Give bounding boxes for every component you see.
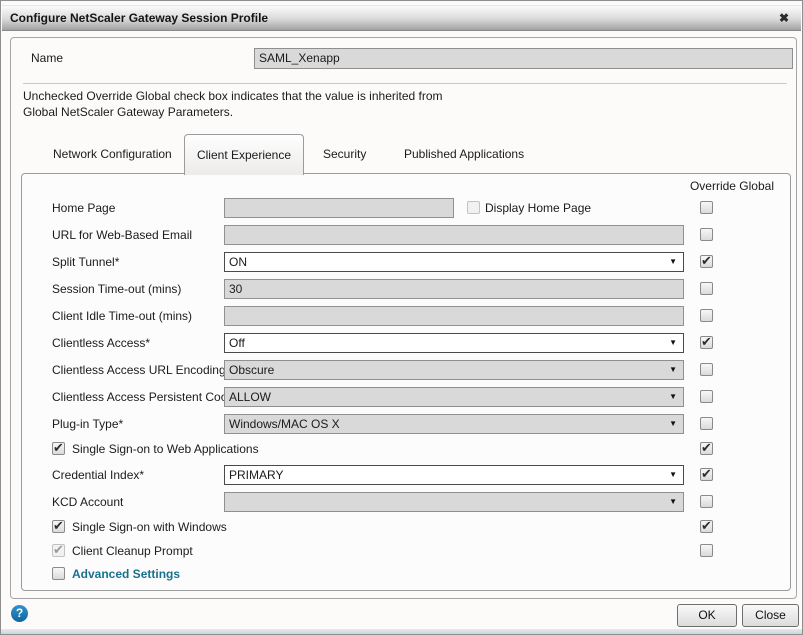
advanced-settings-checkbox[interactable]: [52, 567, 65, 580]
clientless-url-encoding-select: Obscure ▼: [224, 360, 684, 380]
client-experience-panel: Override Global Home Page Display Home P…: [21, 173, 791, 591]
credential-index-label: Credential Index*: [52, 465, 144, 485]
session-profile-dialog: Configure NetScaler Gateway Session Prof…: [0, 0, 803, 635]
url-web-email-input: [224, 225, 684, 245]
client-cleanup-label: Client Cleanup Prompt: [72, 541, 193, 561]
chevron-down-icon: ▼: [669, 415, 677, 433]
chevron-down-icon: ▼: [669, 466, 677, 484]
tab-network-configuration[interactable]: Network Configuration: [53, 134, 172, 174]
chevron-down-icon: ▼: [669, 361, 677, 379]
chevron-down-icon: ▼: [669, 253, 677, 271]
display-home-page-checkbox: [467, 201, 480, 214]
client-cleanup-checkbox: [52, 544, 65, 557]
override-plugin-type-checkbox[interactable]: [700, 417, 713, 430]
name-input[interactable]: SAML_Xenapp: [254, 48, 793, 69]
plugin-type-select: Windows/MAC OS X ▼: [224, 414, 684, 434]
split-tunnel-select[interactable]: ON ▼: [224, 252, 684, 272]
tab-published-applications[interactable]: Published Applications: [404, 134, 524, 174]
credential-index-value: PRIMARY: [229, 466, 283, 484]
separator: [23, 83, 787, 84]
kcd-account-select: ▼: [224, 492, 684, 512]
description-line-2: Global NetScaler Gateway Parameters.: [23, 104, 233, 120]
sso-web-apps-checkbox[interactable]: [52, 442, 65, 455]
override-client-cleanup-checkbox[interactable]: [700, 544, 713, 557]
description-line-1: Unchecked Override Global check box indi…: [23, 88, 443, 104]
override-session-timeout-checkbox[interactable]: [700, 282, 713, 295]
clientless-persistent-cookie-value: ALLOW: [229, 388, 271, 406]
plugin-type-label: Plug-in Type*: [52, 414, 123, 434]
override-credential-index-checkbox[interactable]: [700, 468, 713, 481]
clientless-persistent-cookie-label: Clientless Access Persistent Cookie*: [52, 387, 247, 407]
clientless-access-select[interactable]: Off ▼: [224, 333, 684, 353]
client-idle-timeout-label: Client Idle Time-out (mins): [52, 306, 192, 326]
home-page-input: [224, 198, 454, 218]
sso-windows-checkbox[interactable]: [52, 520, 65, 533]
window-bottom-edge: [1, 629, 802, 634]
override-clientless-persistent-cookie-checkbox[interactable]: [700, 390, 713, 403]
url-web-email-label: URL for Web-Based Email: [52, 225, 192, 245]
clientless-access-value: Off: [229, 334, 245, 352]
help-icon[interactable]: ?: [11, 605, 28, 622]
dialog-title: Configure NetScaler Gateway Session Prof…: [10, 6, 268, 30]
split-tunnel-value: ON: [229, 253, 247, 271]
name-label: Name: [31, 48, 63, 68]
advanced-settings-label[interactable]: Advanced Settings: [72, 564, 180, 584]
home-page-label: Home Page: [52, 198, 115, 218]
close-button[interactable]: Close: [742, 604, 799, 627]
override-url-web-email-checkbox[interactable]: [700, 228, 713, 241]
override-client-idle-timeout-checkbox[interactable]: [700, 309, 713, 322]
clientless-access-label: Clientless Access*: [52, 333, 150, 353]
sso-web-apps-label: Single Sign-on to Web Applications: [72, 439, 259, 459]
chevron-down-icon: ▼: [669, 334, 677, 352]
tab-security[interactable]: Security: [323, 134, 366, 174]
plugin-type-value: Windows/MAC OS X: [229, 415, 340, 433]
sso-windows-label: Single Sign-on with Windows: [72, 517, 227, 537]
credential-index-select[interactable]: PRIMARY ▼: [224, 465, 684, 485]
override-home-page-checkbox[interactable]: [700, 201, 713, 214]
override-clientless-access-checkbox[interactable]: [700, 336, 713, 349]
ok-button[interactable]: OK: [677, 604, 737, 627]
close-icon[interactable]: ✖: [779, 6, 789, 30]
override-sso-windows-checkbox[interactable]: [700, 520, 713, 533]
chevron-down-icon: ▼: [669, 493, 677, 511]
override-global-header: Override Global: [690, 179, 774, 193]
kcd-account-label: KCD Account: [52, 492, 123, 512]
override-sso-web-apps-checkbox[interactable]: [700, 442, 713, 455]
session-timeout-input: 30: [224, 279, 684, 299]
clientless-url-encoding-value: Obscure: [229, 361, 274, 379]
chevron-down-icon: ▼: [669, 388, 677, 406]
override-kcd-account-checkbox[interactable]: [700, 495, 713, 508]
display-home-page-label: Display Home Page: [485, 198, 591, 218]
tab-client-experience[interactable]: Client Experience: [184, 134, 304, 175]
title-bar: Configure NetScaler Gateway Session Prof…: [2, 5, 801, 31]
clientless-url-encoding-label: Clientless Access URL Encoding*: [52, 360, 230, 380]
session-timeout-label: Session Time-out (mins): [52, 279, 181, 299]
clientless-persistent-cookie-select: ALLOW ▼: [224, 387, 684, 407]
override-split-tunnel-checkbox[interactable]: [700, 255, 713, 268]
override-clientless-url-encoding-checkbox[interactable]: [700, 363, 713, 376]
client-idle-timeout-input: [224, 306, 684, 326]
split-tunnel-label: Split Tunnel*: [52, 252, 119, 272]
